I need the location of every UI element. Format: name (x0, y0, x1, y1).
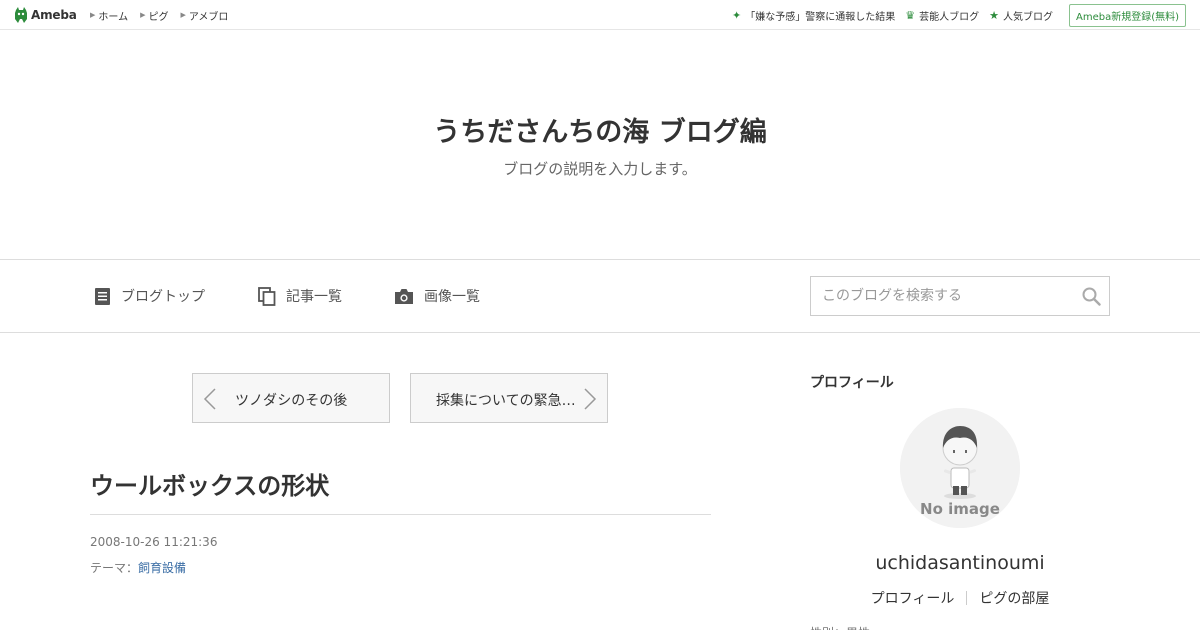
triangle-right-icon: ▶ (90, 11, 96, 19)
ameba-logo-icon (15, 7, 27, 23)
crown-icon: ♛ (905, 8, 916, 22)
link-separator (966, 591, 968, 605)
blog-header: うちださんちの海 ブログ編 ブログの説明を入力します。 (0, 30, 1200, 260)
celebrity-blog-link[interactable]: ♛ 芸能人ブログ (905, 8, 979, 23)
global-nav-home[interactable]: ▶ ホーム (90, 8, 128, 23)
pigg-room-link[interactable]: ピグの部屋 (979, 588, 1049, 608)
global-nav-pigg[interactable]: ▶ ピグ (140, 8, 168, 23)
profile-info-cutoff: 性別：男性 (810, 624, 870, 630)
prev-article-label: ツノダシのその後 (235, 393, 348, 409)
title-divider (90, 514, 711, 515)
blog-title[interactable]: うちださんちの海 ブログ編 (0, 110, 1200, 149)
sidebar-heading-profile: プロフィール (810, 375, 894, 391)
global-right-links: ✦ 「嫌な予感」警察に通報した結果 ♛ 芸能人ブログ ★ 人気ブログ Ameba新規登… (722, 0, 1186, 30)
nav-image-list[interactable]: 画像一覧 (394, 286, 480, 306)
ameba-logo[interactable]: Ameba (14, 6, 77, 24)
popular-blog-link[interactable]: ★ 人気ブログ (989, 8, 1053, 23)
profile-links: プロフィール ピグの部屋 (810, 588, 1110, 608)
next-article-label: 採集についての緊急… (436, 393, 576, 409)
register-button[interactable]: Ameba新規登録(無料) (1068, 3, 1186, 27)
star-icon: ★ (989, 8, 999, 22)
profile-link[interactable]: プロフィール (871, 588, 955, 608)
document-icon (95, 287, 110, 305)
chevron-left-icon (203, 388, 216, 410)
profile-username[interactable]: uchidasantinoumi (810, 552, 1110, 574)
triangle-right-icon: ▶ (180, 11, 186, 19)
nav-article-list-label: 記事一覧 (286, 289, 342, 305)
no-image-avatar-icon: No image (900, 408, 1020, 528)
blog-nav: ブログトップ 記事一覧 画像一覧 (0, 260, 1200, 333)
article-date: 2008-10-26 11:21:36 (90, 535, 218, 549)
nav-image-list-label: 画像一覧 (424, 289, 480, 305)
theme-link[interactable]: 飼育設備 (138, 561, 186, 575)
theme-prefix: テーマ： (90, 561, 139, 575)
nav-article-list[interactable]: 記事一覧 (258, 286, 342, 306)
global-nav: ▶ ホーム ▶ ピグ ▶ アメブロ (90, 0, 240, 30)
article-title[interactable]: ウールボックスの形状 (90, 466, 329, 501)
global-nav-ameblo[interactable]: ▶ アメブロ (180, 8, 228, 23)
avatar-no-image-text: No image (920, 500, 1000, 518)
camera-icon (395, 288, 413, 304)
blog-description: ブログの説明を入力します。 (503, 160, 697, 178)
sparkle-icon: ✦ (732, 8, 742, 22)
search-input[interactable] (811, 277, 1061, 315)
article-theme: テーマ：飼育設備 (90, 559, 186, 576)
chevron-right-icon (584, 388, 597, 410)
copy-icon (258, 286, 276, 306)
prev-article-button[interactable]: ツノダシのその後 (192, 373, 390, 423)
triangle-right-icon: ▶ (140, 11, 146, 19)
search-icon[interactable] (1082, 287, 1101, 306)
ameba-logo-text: Ameba (31, 8, 77, 22)
global-topbar: Ameba ▶ ホーム ▶ ピグ ▶ アメブロ ✦ 「嫌な予感」警察に通報した結果 ♛ 芸… (0, 0, 1200, 30)
next-article-button[interactable]: 採集についての緊急… (410, 373, 608, 423)
nav-blog-top-label: ブログトップ (121, 289, 205, 305)
trending-topic-link[interactable]: ✦ 「嫌な予感」警察に通報した結果 (732, 8, 895, 23)
avatar[interactable]: No image (900, 408, 1020, 528)
blog-search (810, 276, 1110, 316)
nav-blog-top[interactable]: ブログトップ (94, 286, 205, 306)
